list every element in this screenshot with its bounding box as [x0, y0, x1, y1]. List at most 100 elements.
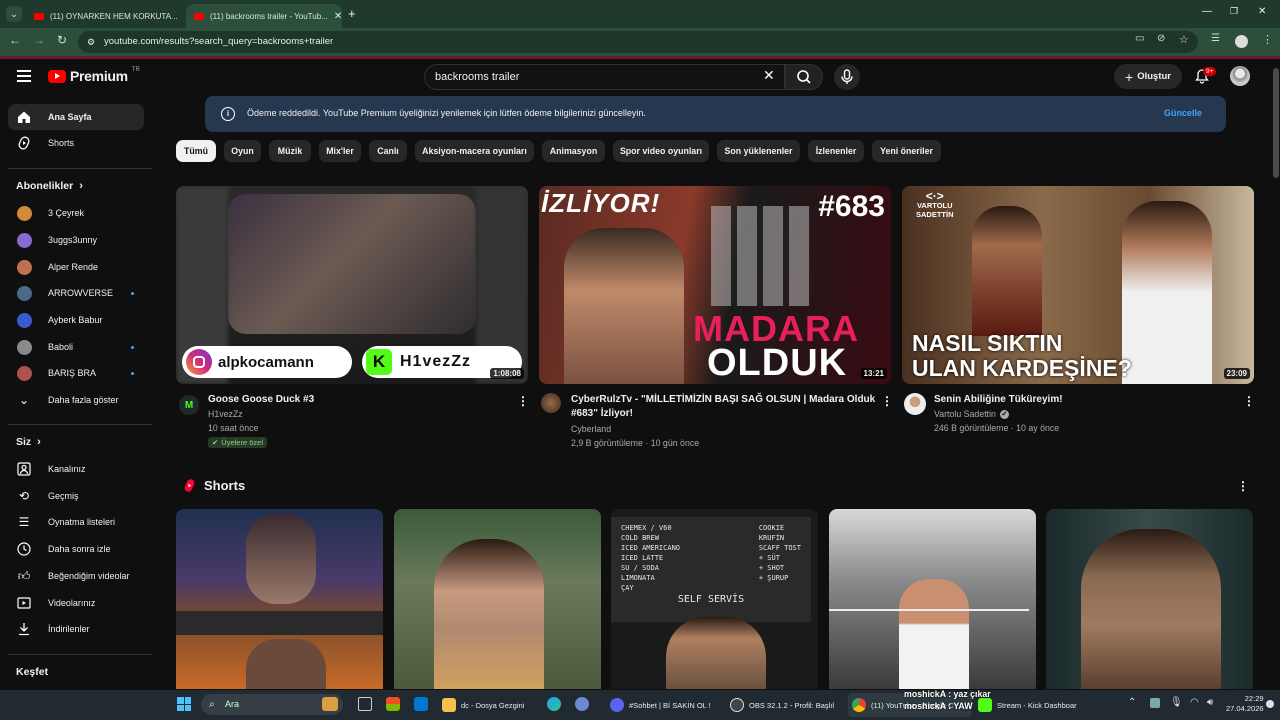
- video-title[interactable]: CyberRulzTv - "MİLLETİMİZİN BAŞI SAĞ OLS…: [571, 393, 876, 421]
- sidebar-item-subscription[interactable]: 3uggs3unny: [8, 227, 144, 253]
- chip[interactable]: Oyun: [224, 140, 261, 162]
- tray-app-icon[interactable]: [1150, 698, 1160, 708]
- search-input[interactable]: backrooms trailer: [424, 64, 785, 90]
- sidebar-item-playlists[interactable]: ☰ Oynatma listeleri: [8, 509, 144, 535]
- channel-name[interactable]: H1vezZz: [208, 409, 243, 419]
- app-icon[interactable]: [575, 697, 589, 711]
- channel-name[interactable]: Cyberland: [571, 424, 611, 434]
- reload-icon[interactable]: ↻: [57, 33, 67, 47]
- more-actions-icon[interactable]: ⋮: [881, 394, 893, 408]
- close-window-button[interactable]: ✕: [1258, 6, 1266, 17]
- microphone-icon[interactable]: 🎙︎: [1170, 697, 1183, 708]
- sidebar-item-home[interactable]: Ana Sayfa: [8, 104, 144, 130]
- you-heading[interactable]: Siz ›: [16, 436, 41, 448]
- scrollbar-thumb[interactable]: [1273, 68, 1279, 178]
- chip[interactable]: Spor video oyunları: [613, 140, 709, 162]
- sidebar-item-subscription[interactable]: BARIŞ BRA: [8, 360, 144, 386]
- update-payment-button[interactable]: Güncelle: [1164, 108, 1202, 118]
- browser-tab-active[interactable]: (11) backrooms trailer - YouTub... ✕: [186, 4, 342, 28]
- chip-all[interactable]: Tümü: [176, 140, 216, 162]
- menu-icon[interactable]: [17, 70, 31, 82]
- volume-icon[interactable]: 🔊︎: [1207, 697, 1213, 708]
- chip[interactable]: Yeni öneriler: [872, 140, 941, 162]
- chip[interactable]: Animasyon: [542, 140, 605, 162]
- youtube-premium-logo[interactable]: Premium TR: [48, 67, 140, 84]
- hide-icon[interactable]: ⊘: [1157, 33, 1165, 44]
- video-title[interactable]: Senin Abiliğine Tüküreyim!: [934, 393, 1234, 407]
- sidebar-item-subscription[interactable]: Alper Rende: [8, 254, 144, 280]
- extensions-icon[interactable]: ☰: [1211, 33, 1220, 44]
- video-title[interactable]: Goose Goose Duck #3: [208, 393, 498, 407]
- sidebar-item-watch-later[interactable]: Daha sonra izle: [8, 536, 144, 562]
- voice-search-button[interactable]: [834, 64, 860, 90]
- minimize-button[interactable]: —: [1202, 6, 1212, 17]
- channel-avatar[interactable]: M: [179, 395, 199, 415]
- notification-center-icon[interactable]: [1266, 700, 1274, 708]
- site-info-icon[interactable]: ⚙: [87, 31, 95, 53]
- sidebar-item-subscription[interactable]: ARROWVERSE: [8, 280, 144, 306]
- short-thumbnail[interactable]: [176, 509, 383, 689]
- cast-icon[interactable]: ▭: [1135, 33, 1144, 44]
- system-clock[interactable]: 22:29 27.04.2026: [1226, 694, 1264, 714]
- address-bar[interactable]: ⚙ youtube.com/results?search_query=backr…: [78, 31, 1198, 53]
- chip[interactable]: Canlı: [369, 140, 407, 162]
- short-thumbnail[interactable]: [1046, 509, 1253, 689]
- windows-start-icon[interactable]: [177, 697, 191, 711]
- wifi-icon[interactable]: ◠: [1190, 697, 1199, 708]
- video-thumbnail[interactable]: İZLİYOR! #683 MADARA OLDUK 13:21: [539, 186, 891, 384]
- chip[interactable]: Son yüklenenler: [717, 140, 800, 162]
- chip[interactable]: Müzik: [269, 140, 311, 162]
- taskbar-app[interactable]: #Sohbet | Bİ SAKİN OL !: [610, 693, 718, 717]
- new-tab-button[interactable]: +: [348, 6, 356, 21]
- account-avatar[interactable]: [1230, 66, 1250, 86]
- logo-word: Premium: [70, 68, 128, 84]
- clear-search-icon[interactable]: ✕: [763, 67, 775, 84]
- back-icon[interactable]: ←: [9, 33, 21, 47]
- shorts-more-icon[interactable]: ⋮: [1237, 479, 1249, 493]
- sidebar-item-downloads[interactable]: İndirilenler: [8, 616, 144, 642]
- channel-avatar[interactable]: [541, 393, 561, 413]
- outlook-icon[interactable]: [414, 697, 428, 711]
- short-thumbnail[interactable]: [394, 509, 601, 689]
- tab-list-button[interactable]: ⌄: [6, 6, 22, 22]
- short-thumbnail[interactable]: CHEMEX / V60 COLD BREW ICED AMERICANO IC…: [611, 509, 818, 689]
- sidebar-item-subscription[interactable]: Baboli: [8, 334, 144, 360]
- browser-tab[interactable]: (11) OYNARKEN HEM KORKUTA... ✕: [26, 4, 184, 28]
- close-tab-icon[interactable]: ✕: [334, 11, 342, 22]
- more-actions-icon[interactable]: ⋮: [1243, 394, 1255, 408]
- task-view-icon[interactable]: [358, 697, 372, 711]
- sidebar-item-liked-videos[interactable]: 👍︎ Beğendiğim videolar: [8, 563, 144, 589]
- bookmark-star-icon[interactable]: ☆: [1179, 33, 1189, 46]
- sidebar-item-subscription[interactable]: 3 Çeyrek: [8, 200, 144, 226]
- tray-chevron-icon[interactable]: ⌃: [1128, 697, 1136, 708]
- sidebar-item-subscription[interactable]: Ayberk Babur: [8, 307, 144, 333]
- forward-icon[interactable]: →: [33, 33, 45, 47]
- sidebar-item-your-videos[interactable]: Videolarınız: [8, 590, 144, 616]
- browser-menu-icon[interactable]: ⋮: [1262, 33, 1273, 46]
- sidebar-item-history[interactable]: ⟲ Geçmiş: [8, 483, 144, 509]
- microsoft-store-icon[interactable]: [386, 697, 400, 711]
- chip[interactable]: Aksiyon-macera oyunları: [415, 140, 534, 162]
- video-thumbnail[interactable]: alpkocamann K H1vezZz 1:08:08: [176, 186, 528, 384]
- channel-name-row[interactable]: Vartolu Sadettin ✔: [934, 409, 1009, 419]
- create-button[interactable]: + Oluştur: [1114, 64, 1182, 89]
- more-actions-icon[interactable]: ⋮: [517, 394, 529, 408]
- edge-icon[interactable]: [547, 697, 561, 711]
- menu-text: SU / SODA: [621, 564, 659, 572]
- taskbar-app[interactable]: Stream - Kick Dashboar: [978, 693, 1080, 717]
- show-more-button[interactable]: ⌄ Daha fazla göster: [8, 387, 144, 413]
- sidebar-item-channel[interactable]: Kanalınız: [8, 456, 144, 482]
- maximize-button[interactable]: ❐: [1230, 6, 1238, 17]
- taskbar-app[interactable]: dc - Dosya Gezgini: [442, 693, 534, 717]
- subscriptions-heading[interactable]: Abonelikler ›: [16, 180, 83, 192]
- search-button[interactable]: [785, 64, 823, 90]
- channel-avatar[interactable]: [904, 393, 926, 415]
- chip[interactable]: İzlenenler: [808, 140, 864, 162]
- profile-avatar-icon[interactable]: [1235, 35, 1248, 48]
- video-thumbnail[interactable]: <·> VARTOLU SADETTİN NASIL SIKTIN ULAN K…: [902, 186, 1254, 384]
- taskbar-app-label: Stream - Kick Dashboar: [997, 700, 1077, 710]
- taskbar-app[interactable]: OBS 32.1.2 - Profil: Başlıl: [730, 693, 840, 717]
- sidebar-item-shorts[interactable]: Shorts: [8, 130, 144, 156]
- short-thumbnail[interactable]: [829, 509, 1036, 689]
- chip[interactable]: Mix'ler: [319, 140, 361, 162]
